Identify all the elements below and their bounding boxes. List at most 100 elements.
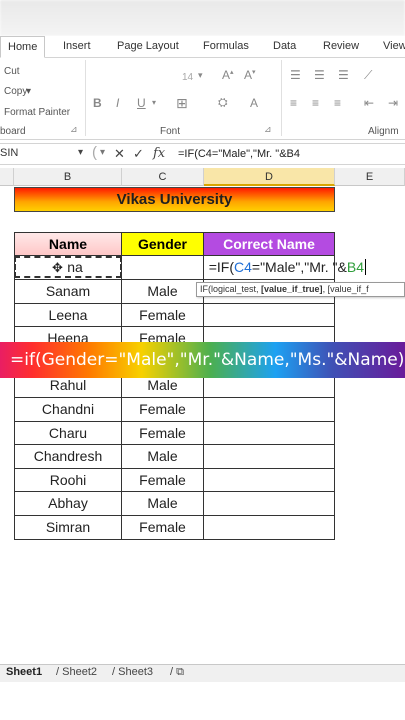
excel-window: Home Insert Page Layout Formulas Data Re… xyxy=(0,0,405,720)
tab-home[interactable]: Home xyxy=(0,36,46,58)
top-align-icon[interactable]: ☰ xyxy=(290,68,301,82)
sheet-tab-bar: Sheet1 / Sheet2 / Sheet3 / ⧉ xyxy=(0,664,405,682)
cell-correct-name[interactable] xyxy=(204,445,335,469)
cell-correct-name[interactable] xyxy=(204,303,335,328)
bold-button[interactable]: B xyxy=(93,96,102,110)
font-color-icon[interactable]: A xyxy=(250,96,258,110)
font-size-box[interactable]: 14 xyxy=(182,72,193,83)
increase-indent-icon[interactable]: ⇥ xyxy=(388,96,398,110)
formula-ref-c4: C4 xyxy=(234,259,252,275)
sheet-tab-1[interactable]: Sheet1 xyxy=(6,666,42,678)
grow-font-icon[interactable]: A▴ xyxy=(222,68,234,82)
enter-icon[interactable]: ✓ xyxy=(133,146,144,162)
underline-dropdown-icon[interactable]: ▾ xyxy=(152,98,156,107)
decrease-indent-icon[interactable]: ⇤ xyxy=(364,96,374,110)
select-all-corner[interactable] xyxy=(0,168,14,186)
insert-sheet-icon[interactable]: / ⧉ xyxy=(170,666,184,679)
borders-icon[interactable]: ⊞ xyxy=(176,95,188,112)
cell-gender[interactable]: Male xyxy=(122,445,204,469)
cell-name[interactable]: Charu xyxy=(14,421,122,446)
sheet-tab-2-label: Sheet2 xyxy=(62,666,97,678)
alignment-group-label: Alignm xyxy=(368,126,399,137)
text-caret xyxy=(365,259,366,275)
shrink-font-icon[interactable]: A▾ xyxy=(244,68,256,82)
align-left-icon[interactable]: ≡ xyxy=(290,96,297,110)
tab-formulas[interactable]: Formulas xyxy=(203,40,249,52)
cell-name[interactable]: Sanam xyxy=(14,280,122,304)
sheet-tab-3[interactable]: / Sheet3 xyxy=(112,666,153,678)
formula-ref-b4: B4 xyxy=(346,259,364,275)
copy-button[interactable]: Copy xyxy=(4,86,27,97)
cancel-icon[interactable]: ✕ xyxy=(114,146,125,162)
sheet-tab-3-label: Sheet3 xyxy=(118,666,153,678)
cell-correct-name[interactable] xyxy=(204,468,335,493)
tab-review[interactable]: Review xyxy=(323,40,359,52)
column-header-e[interactable]: E xyxy=(335,168,405,186)
cell-name[interactable]: Roohi xyxy=(14,468,122,493)
tooltip-arg3: , [value_if_f xyxy=(322,284,369,294)
formula-bar: SIN ▾ ( ▾ ✕ ✓ fx =IF(C4="Male","Mr. "&B4 xyxy=(0,143,405,165)
formula-expand-icon[interactable]: ▾ xyxy=(100,147,105,158)
function-tooltip: IF(logical_test, [value_if_true], [value… xyxy=(196,282,405,297)
insert-function-icon[interactable]: fx xyxy=(153,146,165,161)
cell-gender[interactable]: Female xyxy=(122,516,204,540)
cell-correct-name[interactable] xyxy=(204,492,335,516)
ribbon-separator xyxy=(281,60,282,136)
cell-correct-name[interactable] xyxy=(204,398,335,422)
cell-correct-name[interactable] xyxy=(204,421,335,446)
tab-insert[interactable]: Insert xyxy=(63,40,91,52)
align-center-icon[interactable]: ≡ xyxy=(312,96,319,110)
tab-page-layout[interactable]: Page Layout xyxy=(117,40,179,52)
italic-button[interactable]: I xyxy=(116,96,119,110)
tab-view[interactable]: View xyxy=(383,40,405,52)
ribbon-home: Cut Copy ▾ Format Painter board ⊿ 14 ▾ A… xyxy=(0,58,405,140)
status-area xyxy=(0,682,405,720)
ribbon-separator xyxy=(85,60,86,136)
formula-bar-handle-icon: ( xyxy=(92,144,97,161)
header-gender[interactable]: Gender xyxy=(121,232,204,256)
font-dialog-launcher-icon[interactable]: ⊿ xyxy=(264,124,272,135)
underline-button[interactable]: U xyxy=(137,96,146,110)
cell-gender[interactable]: Female xyxy=(122,468,204,493)
ribbon-tabs: Home Insert Page Layout Formulas Data Re… xyxy=(0,36,405,58)
formula-prefix: =IF( xyxy=(208,259,234,275)
fill-color-icon[interactable]: ⛭ xyxy=(218,95,228,110)
tab-data[interactable]: Data xyxy=(273,40,296,52)
column-header-b[interactable]: B xyxy=(14,168,122,186)
column-header-c[interactable]: C xyxy=(122,168,204,186)
cell-gender[interactable]: Female xyxy=(122,303,204,328)
cut-button[interactable]: Cut xyxy=(4,66,20,77)
column-header-d[interactable]: D xyxy=(204,168,335,186)
cell-edit-formula[interactable]: =IF(C4="Male","Mr. "&B4 xyxy=(122,256,368,278)
name-box-dropdown-icon[interactable]: ▾ xyxy=(78,147,83,158)
tooltip-arg2: [value_if_true] xyxy=(261,284,323,294)
cell-gender[interactable]: Female xyxy=(122,398,204,422)
align-right-icon[interactable]: ≡ xyxy=(334,96,341,110)
sheet-tab-2[interactable]: / Sheet2 xyxy=(56,666,97,678)
cell-gender[interactable]: Male xyxy=(122,280,204,304)
dialog-launcher-icon[interactable]: ⊿ xyxy=(70,124,78,135)
tooltip-arg1: IF(logical_test, xyxy=(200,284,262,294)
format-painter-button[interactable]: Format Painter xyxy=(4,107,70,118)
cell-name[interactable]: Abhay xyxy=(14,492,122,516)
cell-name[interactable]: Chandresh xyxy=(14,445,122,469)
header-name[interactable]: Name xyxy=(14,232,122,256)
formula-middle: ="Male","Mr. "& xyxy=(251,259,347,275)
bottom-align-icon[interactable]: ☰ xyxy=(338,68,349,82)
cell-name[interactable]: Simran xyxy=(14,516,122,540)
font-group-label: Font xyxy=(160,126,181,137)
middle-align-icon[interactable]: ☰ xyxy=(314,68,325,82)
cell-gender[interactable]: Male xyxy=(122,492,204,516)
font-size-dropdown-icon[interactable]: ▾ xyxy=(198,70,203,81)
title-area xyxy=(0,0,405,36)
orientation-icon[interactable]: ⟋ xyxy=(364,68,372,83)
cell-gender[interactable]: Female xyxy=(122,421,204,446)
cell-name[interactable]: Chandni xyxy=(14,398,122,422)
cell-name[interactable]: Leena xyxy=(14,303,122,328)
title-cell[interactable]: Vikas University xyxy=(14,187,335,212)
formula-input[interactable]: =IF(C4="Male","Mr. "&B4 xyxy=(178,148,300,160)
cell-correct-name[interactable] xyxy=(204,516,335,540)
copy-dropdown-icon[interactable]: ▾ xyxy=(26,86,31,97)
name-box[interactable]: SIN xyxy=(0,147,18,159)
header-correct-name[interactable]: Correct Name xyxy=(203,232,335,256)
